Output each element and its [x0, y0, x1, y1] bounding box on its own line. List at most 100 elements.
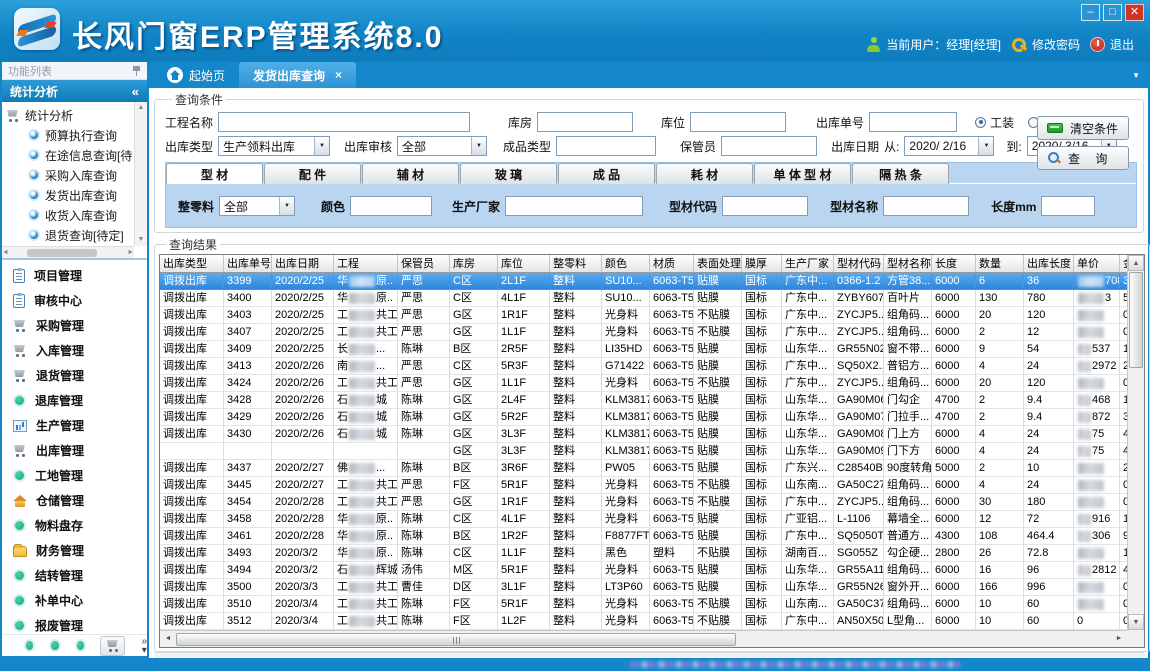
table-row[interactable]: 调拨出库34242020/2/26工共工程严思G区1L1F整料光身料6063-T… [160, 375, 1127, 392]
table-row[interactable]: 调拨出库34092020/2/25长...陈琳B区2R5F整料LI35HD606… [160, 341, 1127, 358]
tree-item[interactable]: 在途信息查询[待 [6, 145, 134, 165]
sidebar-module[interactable]: 审核中心 [2, 288, 147, 313]
warehouse-input[interactable] [537, 112, 633, 132]
tree-item[interactable]: 采购入库查询 [6, 165, 134, 185]
table-row[interactable]: 调拨出库34942020/3/2石辉城汤伟M区5R1F整料光身料6063-T5贴… [160, 562, 1127, 579]
scrollbar-thumb[interactable] [176, 633, 736, 646]
project-name-input[interactable] [218, 112, 470, 132]
table-row[interactable]: 调拨出库34542020/2/28工共工程严思G区1R1F整料光身料6063-T… [160, 494, 1127, 511]
column-header[interactable]: 数量 [976, 255, 1024, 273]
scroll-right-icon[interactable]: ► [1111, 631, 1127, 647]
sidebar-module[interactable]: 入库管理 [2, 338, 147, 363]
sidebar-footer-more[interactable]: »▾ [141, 637, 147, 655]
sidebar-footer-dot[interactable] [24, 639, 35, 652]
material-tab[interactable]: 辅 材 [362, 163, 459, 184]
sidebar-module[interactable]: 生产管理 [2, 413, 147, 438]
pin-icon[interactable] [132, 65, 141, 76]
tree-item[interactable]: 退货查询[待定] [6, 225, 134, 245]
table-row[interactable]: 调拨出库33992020/2/25华原..严思C区2L1F整料SU10...60… [160, 273, 1127, 290]
length-input[interactable] [1041, 196, 1095, 216]
keeper-input[interactable] [721, 136, 817, 156]
minimize-button[interactable]: – [1081, 4, 1100, 21]
scroll-down-icon[interactable]: ▼ [135, 234, 147, 246]
material-tab[interactable]: 单 体 型 材 [754, 163, 851, 184]
table-row[interactable]: G区3L3F整料KLM38176063-T5贴膜国标山东华...GA90M09.… [160, 443, 1127, 460]
location-input[interactable] [690, 112, 786, 132]
grid-vertical-scrollbar[interactable]: ▲ ▼ [1127, 255, 1144, 630]
sidebar-module[interactable]: 退库管理 [2, 388, 147, 413]
sidebar-module[interactable]: 退货管理 [2, 363, 147, 388]
material-tab[interactable]: 型 材 [166, 163, 263, 184]
table-row[interactable]: 调拨出库34002020/2/25华原..严思C区4L1F整料SU10...60… [160, 290, 1127, 307]
tree-item[interactable]: 收货入库查询 [6, 205, 134, 225]
material-tab[interactable]: 成 品 [558, 163, 655, 184]
sidebar-module[interactable]: 工地管理 [2, 463, 147, 488]
table-row[interactable]: 调拨出库34072020/2/25工共工程严思G区1L1F整料光身料6063-T… [160, 324, 1127, 341]
sidebar-module[interactable]: 采购管理 [2, 313, 147, 338]
tree-item[interactable]: 预算执行查询 [6, 125, 134, 145]
close-button[interactable]: ✕ [1125, 4, 1144, 21]
column-header[interactable]: 材质 [650, 255, 694, 273]
material-tab[interactable]: 隔 热 条 [852, 163, 949, 184]
sidebar-footer-dot[interactable] [49, 639, 60, 652]
column-header[interactable]: 出库日期 [272, 255, 334, 273]
outbound-no-input[interactable] [869, 112, 957, 132]
column-header[interactable]: 保管员 [398, 255, 450, 273]
sidebar-footer-cart-button[interactable] [100, 636, 125, 656]
tree-vertical-scrollbar[interactable]: ▲ ▼ [134, 102, 147, 246]
column-header[interactable]: 型材名称 [884, 255, 932, 273]
table-row[interactable]: 调拨出库34932020/3/2华原..陈琳C区1L1F整料黑色塑料不贴膜国标湖… [160, 545, 1127, 562]
sidebar-module[interactable]: 仓储管理 [2, 488, 147, 513]
table-row[interactable]: 调拨出库34132020/2/26南...严思C区5R3F整料G71422606… [160, 358, 1127, 375]
table-row[interactable]: 调拨出库34372020/2/27佛...陈琳B区3R6F整料PW056063-… [160, 460, 1127, 477]
column-header[interactable]: 出库类型 [160, 255, 224, 273]
scroll-right-icon[interactable]: ► [127, 249, 134, 256]
profile-name-input[interactable] [883, 196, 969, 216]
color-input[interactable] [350, 196, 432, 216]
radio-gongzhuang[interactable]: 工装 [975, 114, 1014, 131]
tree-horizontal-scrollbar[interactable]: ◄ ► [2, 246, 134, 258]
material-tab[interactable]: 玻 璃 [460, 163, 557, 184]
column-header[interactable]: 库房 [450, 255, 498, 273]
material-tab[interactable]: 耗 材 [656, 163, 753, 184]
product-type-input[interactable] [556, 136, 656, 156]
maximize-button[interactable]: □ [1103, 4, 1122, 21]
scrollbar-thumb[interactable] [1129, 272, 1143, 368]
factory-input[interactable] [505, 196, 643, 216]
tab-shipment-outbound-query[interactable]: 发货出库查询 × [239, 62, 356, 88]
tab-home[interactable]: 起始页 [153, 62, 239, 88]
scroll-up-icon[interactable]: ▲ [1128, 255, 1144, 271]
table-row[interactable]: 调拨出库34612020/2/28华原..陈琳B区1R2F整料F8877FT60… [160, 528, 1127, 545]
column-header[interactable]: 型材代码 [834, 255, 884, 273]
change-password-button[interactable]: 修改密码 [1011, 36, 1080, 53]
scroll-up-icon[interactable]: ▲ [135, 102, 147, 114]
scrollbar-thumb[interactable] [27, 249, 97, 257]
close-tab-icon[interactable]: × [331, 68, 342, 82]
table-row[interactable]: 调拨出库34032020/2/25工共工程严思G区1R1F整料光身料6063-T… [160, 307, 1127, 324]
grid-horizontal-scrollbar[interactable]: ◄ ► [160, 630, 1127, 647]
sidebar-module[interactable]: 出库管理 [2, 438, 147, 463]
logout-button[interactable]: 退出 [1090, 36, 1134, 53]
tree-item[interactable]: 发货出库查询 [6, 185, 134, 205]
part-type-select[interactable]: 全部 ▼ [219, 196, 295, 216]
sidebar-module[interactable]: 项目管理 [2, 263, 147, 288]
table-row[interactable]: 调拨出库34452020/2/27工共工程严思F区5R1F整料光身料6063-T… [160, 477, 1127, 494]
sidebar-module[interactable]: 物料盘存 [2, 513, 147, 538]
outbound-type-select[interactable]: 生产领料出库 ▼ [218, 136, 330, 156]
column-header[interactable]: 出库单号 [224, 255, 272, 273]
sidebar-module[interactable]: 财务管理 [2, 538, 147, 563]
clear-conditions-button[interactable]: 清空条件 [1037, 116, 1129, 140]
scroll-left-icon[interactable]: ◄ [2, 249, 9, 256]
collapse-icon[interactable]: « [132, 84, 139, 99]
scroll-down-icon[interactable]: ▼ [1128, 614, 1144, 630]
column-header[interactable]: 生产厂家 [782, 255, 834, 273]
table-row[interactable]: 调拨出库35102020/3/4工共工程陈琳F区5R1F整料光身料6063-T5… [160, 596, 1127, 613]
date-from-picker[interactable]: 2020/ 2/16 ▼ [904, 136, 994, 156]
column-header[interactable]: 工程 [334, 255, 398, 273]
column-header[interactable]: 整零料 [550, 255, 602, 273]
material-tab[interactable]: 配 件 [264, 163, 361, 184]
column-header[interactable]: 颜色 [602, 255, 650, 273]
sidebar-module[interactable]: 报废管理 [2, 613, 147, 634]
profile-code-input[interactable] [722, 196, 808, 216]
tab-list-dropdown-icon[interactable]: ▼ [1132, 71, 1140, 80]
